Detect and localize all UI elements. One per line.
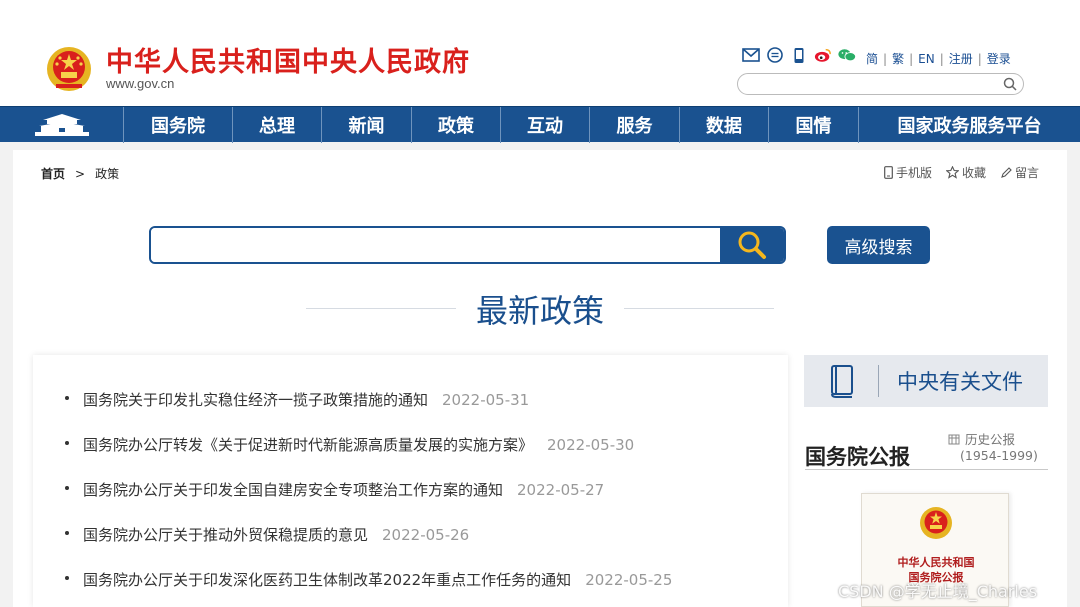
mail-icon[interactable] [742,46,760,64]
nav-home[interactable] [0,107,124,143]
breadcrumb-separator: > [75,166,86,181]
mobile-version-link[interactable]: 手机版 [884,164,932,181]
policy-search-box [149,226,786,264]
header-search-input[interactable] [737,73,1024,95]
section-title: 最新政策 [475,292,604,330]
policy-date: 2022-05-25 [585,570,673,589]
list-item[interactable]: 国务院办公厅关于印发全国自建房安全专项整治工作方案的通知 2022-05-27 [65,467,672,512]
policy-list: 国务院关于印发扎实稳住经济一揽子政策措施的通知 2022-05-31 国务院办公厅… [65,377,672,602]
gazette-years[interactable]: (1954-1999) [960,448,1038,463]
breadcrumb: 首页 > 政策 [41,165,119,182]
nav-item-services[interactable]: 服务 [590,107,680,143]
policy-title[interactable]: 国务院办公厅关于印发全国自建房安全专项整治工作方案的通知 [83,479,503,500]
message-link[interactable]: 留言 [1000,164,1039,181]
policy-title[interactable]: 国务院办公厅关于推动外贸保稳提质的意见 [83,524,368,545]
policy-date: 2022-05-27 [517,480,605,499]
weibo-icon[interactable] [814,46,832,64]
traditional-link[interactable]: 繁 [892,50,904,67]
bullet [65,531,69,535]
national-emblem-icon [47,47,91,91]
bullet [65,441,69,445]
nav-item-policy[interactable]: 政策 [412,107,501,143]
document-icon [831,365,853,398]
central-documents-label: 中央有关文件 [897,370,1023,394]
policy-list-card: 国务院关于印发扎实稳住经济一揽子政策措施的通知 2022-05-31 国务院办公厅… [33,355,788,607]
nav-item-national-info[interactable]: 国情 [769,107,859,143]
favorite-label: 收藏 [961,166,986,180]
nav-item-gov-service-platform[interactable]: 国家政务服务平台 [859,107,1080,143]
link-divider: | [939,51,944,66]
policy-date: 2022-05-31 [442,390,530,409]
main-nav: 国务院 总理 新闻 政策 互动 服务 数据 国情 国家政务服务平台 [0,106,1080,143]
mobile-version-label: 手机版 [895,166,932,180]
social-icons [742,46,856,64]
bullet [65,576,69,580]
national-emblem-icon [920,507,952,539]
nav-item-state-council[interactable]: 国务院 [124,107,233,143]
nav-item-data[interactable]: 数据 [680,107,769,143]
policy-date: 2022-05-26 [382,525,470,544]
register-link[interactable]: 注册 [949,50,973,67]
central-documents-button[interactable]: 中央有关文件 [804,355,1048,407]
site-domain[interactable]: www.gov.cn [106,76,174,91]
search-button[interactable] [720,228,784,262]
title-divider-right [624,308,774,309]
link-divider: | [883,51,888,66]
favorite-link[interactable]: 收藏 [945,164,986,181]
login-link[interactable]: 登录 [987,50,1011,67]
nav-item-news[interactable]: 新闻 [322,107,412,143]
policy-title[interactable]: 国务院关于印发扎实稳住经济一揽子政策措施的通知 [83,389,428,410]
search-icon [738,231,766,259]
policy-title[interactable]: 国务院办公厅转发《关于促进新时代新能源高质量发展的实施方案》 [83,434,533,455]
bullet [65,486,69,490]
message-label: 留言 [1014,166,1039,180]
nav-item-interaction[interactable]: 互动 [501,107,590,143]
divider [878,365,879,397]
breadcrumb-current[interactable]: 政策 [95,165,119,182]
search-icon[interactable] [1002,76,1018,92]
main-content: 首页 > 政策 手机版 收藏 留言 高级搜索 最新政策 国务院关于印发扎实稳住经… [13,150,1067,607]
list-item[interactable]: 国务院办公厅关于推动外贸保稳提质的意见 2022-05-26 [65,512,672,557]
gazette-history-label: 历史公报 [965,432,1016,447]
chat-icon[interactable] [766,46,784,64]
watermark: CSDN @学无止境_Charles [838,582,1038,601]
list-item[interactable]: 国务院办公厅转发《关于促进新时代新能源高质量发展的实施方案》 2022-05-30 [65,422,672,467]
nav-item-premier[interactable]: 总理 [233,107,322,143]
language-login-links: 简 | 繁 | EN | 注册 | 登录 [866,50,1011,67]
gazette-divider [805,469,1048,470]
tiananmen-icon [34,114,89,136]
link-divider: | [977,51,982,66]
bullet [65,396,69,400]
policy-search-input[interactable] [151,228,721,262]
gazette-history-link[interactable]: 历史公报 [948,429,1015,448]
page-utilities: 手机版 收藏 留言 [884,164,1039,181]
pencil-icon [1001,166,1012,178]
gazette-cover-line1: 中华人民共和国 [897,556,975,569]
list-item[interactable]: 国务院关于印发扎实稳住经济一揽子政策措施的通知 2022-05-31 [65,377,672,422]
wechat-icon[interactable] [838,46,856,64]
link-divider: | [909,51,914,66]
star-icon [945,166,959,179]
gazette-title[interactable]: 国务院公报 [805,441,910,471]
list-item[interactable]: 国务院办公厅关于印发深化医药卫生体制改革2022年重点工作任务的通知 2022-0… [65,557,672,602]
site-title[interactable]: 中华人民共和国中央人民政府 [106,40,470,79]
calendar-icon [948,434,960,444]
english-link[interactable]: EN [918,52,935,66]
mobile-icon[interactable] [790,46,808,64]
advanced-search-button[interactable]: 高级搜索 [827,226,930,264]
policy-title[interactable]: 国务院办公厅关于印发深化医药卫生体制改革2022年重点工作任务的通知 [83,569,571,590]
breadcrumb-home[interactable]: 首页 [41,165,65,182]
policy-date: 2022-05-30 [547,435,635,454]
simplified-link[interactable]: 简 [866,50,878,67]
phone-icon [884,166,893,179]
site-header: 中华人民共和国中央人民政府 www.gov.cn 简 | 繁 | EN | 注册… [0,0,1080,106]
